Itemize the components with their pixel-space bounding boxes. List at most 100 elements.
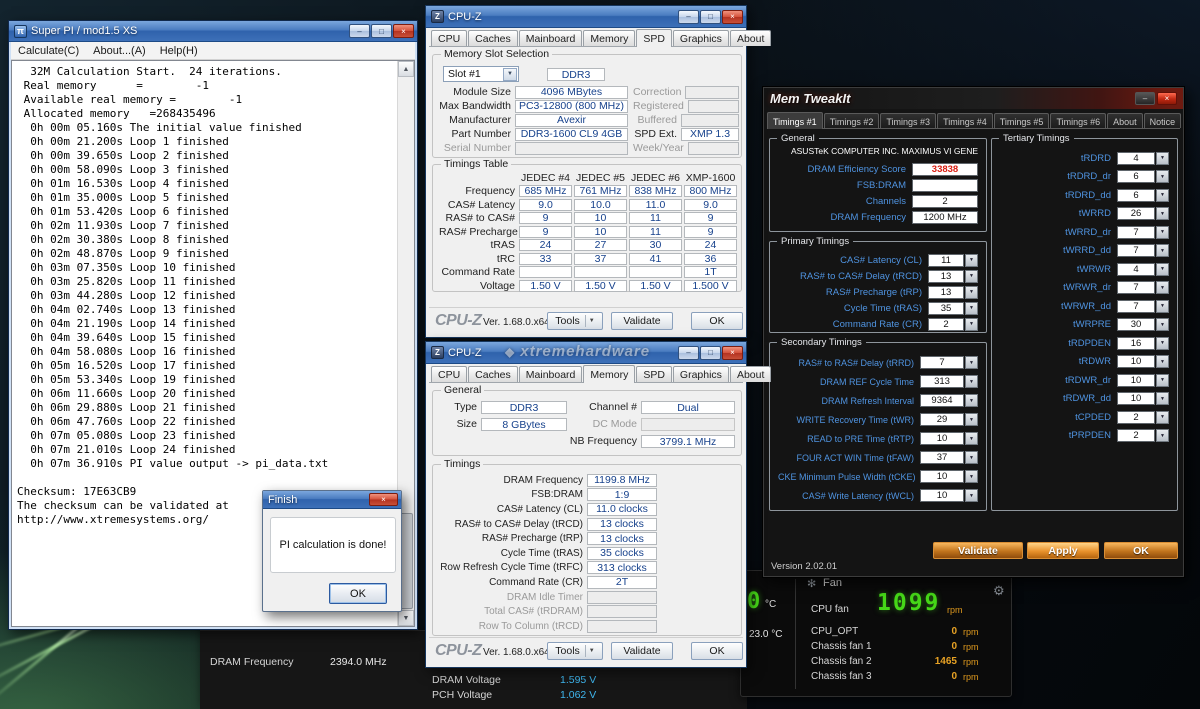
menu-help[interactable]: Help(H) (160, 45, 198, 57)
tab-memory[interactable]: Memory (583, 365, 635, 383)
dram-frequency-value: 1200 MHz (912, 211, 978, 224)
ok-button[interactable]: OK (1104, 542, 1178, 559)
tab-notice[interactable]: Notice (1144, 113, 1182, 128)
close-button[interactable]: × (1157, 92, 1177, 105)
maximize-button[interactable]: □ (700, 346, 721, 360)
dropdown-arrow-icon[interactable]: ▼ (965, 470, 978, 483)
finish-titlebar[interactable]: Finish × (263, 491, 401, 509)
maximize-button[interactable]: □ (371, 24, 392, 38)
dropdown-arrow-icon[interactable]: ▼ (965, 270, 978, 283)
menu-about[interactable]: About...(A) (93, 45, 146, 57)
validate-button[interactable]: Validate (611, 312, 673, 330)
dropdown-arrow-icon[interactable]: ▼ (965, 451, 978, 464)
monitor-value: 1.595 V (560, 674, 596, 686)
dropdown-arrow-icon[interactable]: ▼ (965, 286, 978, 299)
cpuz-titlebar[interactable]: Z CPU-Z – □ × (426, 342, 746, 364)
tab-spd[interactable]: SPD (636, 29, 672, 47)
superpi-titlebar[interactable]: π Super PI / mod1.5 XS – □ × (9, 21, 417, 42)
dropdown-arrow-icon[interactable]: ▼ (965, 302, 978, 315)
close-button[interactable]: × (393, 24, 414, 38)
tab-cpu[interactable]: CPU (431, 366, 467, 382)
tab-caches[interactable]: Caches (468, 366, 518, 382)
tab-memory[interactable]: Memory (583, 30, 635, 46)
tools-button[interactable]: Tools▼ (547, 312, 603, 330)
table-cell: 1.500 V (684, 280, 737, 292)
scroll-down-arrow-icon[interactable]: ▼ (398, 610, 414, 626)
minimize-button[interactable]: – (1135, 92, 1155, 105)
field-value: 4096 MBytes (515, 86, 628, 99)
apply-button[interactable]: Apply (1027, 542, 1099, 559)
dropdown-arrow-icon[interactable]: ▼ (1156, 429, 1169, 442)
rpm-unit: rpm (963, 672, 979, 682)
panel-divider (795, 579, 796, 689)
minimize-button[interactable]: – (349, 24, 370, 38)
tab-timings-5[interactable]: Timings #5 (994, 113, 1050, 128)
tab-spd[interactable]: SPD (636, 366, 672, 382)
chevron-down-icon[interactable]: ▼ (503, 68, 517, 81)
timing-row: tRDRD 4 ▼ (1000, 149, 1169, 168)
dropdown-arrow-icon[interactable]: ▼ (1156, 374, 1169, 387)
dropdown-arrow-icon[interactable]: ▼ (965, 394, 978, 407)
minimize-button[interactable]: – (678, 10, 699, 24)
dropdown-arrow-icon[interactable]: ▼ (1156, 244, 1169, 257)
dropdown-arrow-icon[interactable]: ▼ (965, 432, 978, 445)
tab-caches[interactable]: Caches (468, 30, 518, 46)
dropdown-arrow-icon[interactable]: ▼ (1156, 355, 1169, 368)
memtweakit-titlebar[interactable]: Mem TweakIt – × (764, 88, 1183, 109)
close-button[interactable]: × (722, 10, 743, 24)
tab-cpu[interactable]: CPU (431, 30, 467, 46)
dropdown-arrow-icon[interactable]: ▼ (965, 413, 978, 426)
dropdown-arrow-icon[interactable]: ▼ (1156, 189, 1169, 202)
menu-calculate[interactable]: Calculate(C) (18, 45, 79, 57)
dropdown-arrow-icon[interactable]: ▼ (1156, 207, 1169, 220)
dropdown-arrow-icon[interactable]: ▼ (965, 375, 978, 388)
dropdown-arrow-icon[interactable]: ▼ (1156, 263, 1169, 276)
tab-graphics[interactable]: Graphics (673, 366, 729, 382)
dropdown-arrow-icon[interactable]: ▼ (1156, 152, 1169, 165)
dropdown-arrow-icon[interactable]: ▼ (1156, 170, 1169, 183)
timing-row: FSB:DRAM 1:9 (437, 488, 737, 503)
timing-row: Row To Column (tRCD) (437, 619, 737, 634)
ok-button[interactable]: OK (691, 312, 743, 330)
minimize-button[interactable]: – (678, 346, 699, 360)
dropdown-arrow-icon[interactable]: ▼ (965, 318, 978, 331)
dropdown-arrow-icon[interactable]: ▼ (965, 254, 978, 267)
channels-value: 2 (912, 195, 978, 208)
tab-about[interactable]: About (1107, 113, 1143, 128)
dropdown-arrow-icon[interactable]: ▼ (1156, 226, 1169, 239)
tab-mainboard[interactable]: Mainboard (519, 366, 583, 382)
tab-graphics[interactable]: Graphics (673, 30, 729, 46)
tab-timings-6[interactable]: Timings #6 (1050, 113, 1106, 128)
ok-button[interactable]: OK (329, 583, 387, 604)
ok-button[interactable]: OK (691, 642, 743, 660)
timing-row: tWRWR_dd 7 ▼ (1000, 297, 1169, 316)
tab-timings-2[interactable]: Timings #2 (824, 113, 880, 128)
tab-about[interactable]: About (730, 366, 771, 382)
dropdown-arrow-icon[interactable]: ▼ (1156, 281, 1169, 294)
table-cell: 1.50 V (519, 280, 572, 292)
scroll-up-arrow-icon[interactable]: ▲ (398, 61, 414, 77)
memory-type-value: DDR3 (481, 401, 567, 414)
dropdown-arrow-icon[interactable]: ▼ (1156, 411, 1169, 424)
tab-timings-4[interactable]: Timings #4 (937, 113, 993, 128)
dropdown-arrow-icon[interactable]: ▼ (1156, 300, 1169, 313)
dropdown-arrow-icon[interactable]: ▼ (965, 489, 978, 502)
tab-timings-1[interactable]: Timings #1 (767, 112, 823, 129)
close-button[interactable]: × (369, 493, 398, 506)
tab-mainboard[interactable]: Mainboard (519, 30, 583, 46)
validate-button[interactable]: Validate (611, 642, 673, 660)
maximize-button[interactable]: □ (700, 10, 721, 24)
close-button[interactable]: × (722, 346, 743, 360)
dropdown-arrow-icon[interactable]: ▼ (1156, 318, 1169, 331)
tab-timings-3[interactable]: Timings #3 (880, 113, 936, 128)
slot-selector-combo[interactable]: Slot #1 ▼ (443, 66, 519, 82)
dropdown-arrow-icon[interactable]: ▼ (1156, 392, 1169, 405)
timing-row: tCPDED 2 ▼ (1000, 408, 1169, 427)
gear-icon[interactable]: ⚙ (993, 583, 1005, 599)
validate-button[interactable]: Validate (933, 542, 1023, 559)
dropdown-arrow-icon[interactable]: ▼ (965, 356, 978, 369)
tab-about[interactable]: About (730, 30, 771, 46)
dropdown-arrow-icon[interactable]: ▼ (1156, 337, 1169, 350)
cpuz-titlebar[interactable]: Z CPU-Z – □ × (426, 6, 746, 28)
tools-button[interactable]: Tools▼ (547, 642, 603, 660)
